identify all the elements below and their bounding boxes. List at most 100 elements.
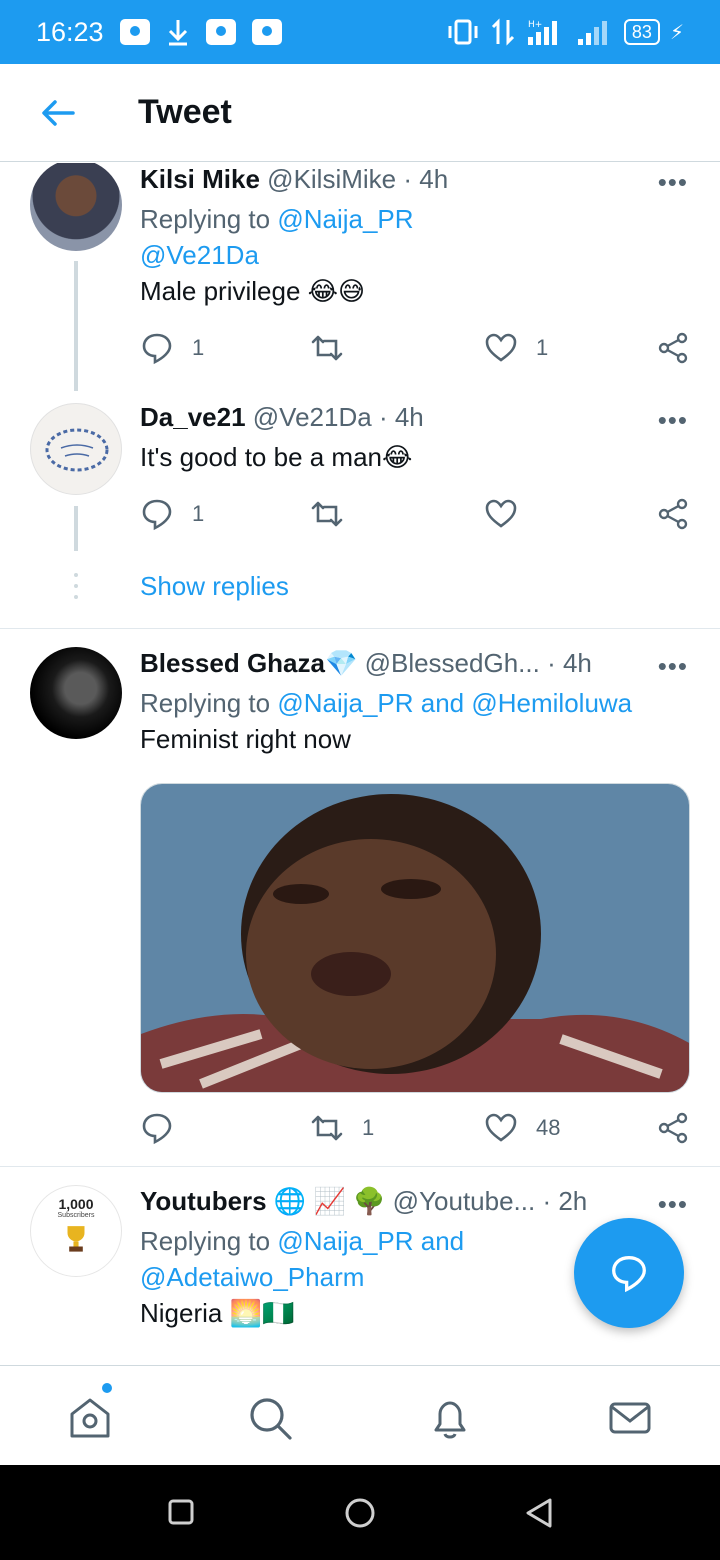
heart-icon <box>485 333 517 362</box>
share-icon <box>658 332 688 364</box>
tweet-header: Blessed Ghaza💎 @BlessedGh... · 4h <box>140 648 592 678</box>
mail-icon <box>609 1402 651 1434</box>
heart-icon <box>485 1113 517 1142</box>
status-bar: 16:23 H+ 83 ⚡ <box>0 0 720 64</box>
reply-button[interactable]: 1 <box>140 497 204 531</box>
back-button[interactable] <box>28 83 88 143</box>
like-button[interactable]: 48 <box>484 1111 560 1145</box>
search-icon <box>250 1398 292 1440</box>
more-options-icon[interactable]: ••• <box>658 405 688 436</box>
thread-line <box>74 261 78 391</box>
avatar[interactable] <box>30 403 122 495</box>
share-button[interactable] <box>656 331 690 365</box>
more-options-icon[interactable]: ••• <box>658 1189 688 1220</box>
crying-boy-photo <box>141 784 689 1092</box>
replies-timeline[interactable]: Kilsi Mike @KilsiMike · 4h Replying to @… <box>0 163 720 1365</box>
signal-icon <box>577 21 607 45</box>
nav-search[interactable] <box>246 1394 294 1442</box>
reply-icon <box>142 1113 172 1145</box>
vibrate-icon <box>448 19 478 45</box>
reply-mention[interactable]: @Naija_PR and <box>277 1226 464 1256</box>
more-options-icon[interactable]: ••• <box>658 167 688 198</box>
home-icon <box>70 1398 110 1438</box>
mention-link[interactable]: @Ve21Da <box>140 237 690 273</box>
reply-icon <box>142 499 172 531</box>
tweet-media-image[interactable] <box>140 783 690 1093</box>
author-name[interactable]: Blessed Ghaza💎 <box>140 648 357 678</box>
like-count: 48 <box>536 1115 561 1140</box>
avatar[interactable]: 1,000 Subscribers <box>30 1185 122 1277</box>
avatar[interactable] <box>30 163 122 251</box>
tweet-header: Youtubers 🌐 📈 🌳 @Youtube... · 2h <box>140 1186 588 1216</box>
author-handle[interactable]: @BlessedGh... <box>365 648 540 678</box>
app-notification-icon <box>205 19 236 45</box>
author-name[interactable]: Da_ve21 <box>140 402 246 432</box>
author-handle[interactable]: @Youtube... <box>393 1186 536 1216</box>
nav-notifications[interactable] <box>426 1394 474 1442</box>
retweet-button[interactable]: 1 <box>310 1111 374 1145</box>
compose-reply-button[interactable] <box>574 1218 684 1328</box>
show-replies-link[interactable]: Show replies <box>140 571 289 602</box>
app-notification-icon <box>119 19 150 45</box>
thread-dots <box>74 573 78 605</box>
retweet-button[interactable] <box>310 331 344 365</box>
author-name[interactable]: Kilsi Mike <box>140 164 260 194</box>
home-circle-icon[interactable] <box>344 1497 376 1529</box>
share-button[interactable] <box>656 497 690 531</box>
tweet-text: @Ve21Da Male privilege 😂😅 <box>140 237 690 309</box>
retweet-icon <box>311 335 343 361</box>
share-icon <box>658 1112 688 1144</box>
svg-text:H+: H+ <box>528 20 542 30</box>
author-name[interactable]: Youtubers 🌐 📈 🌳 <box>140 1186 385 1216</box>
tweet-time: 2h <box>558 1186 588 1216</box>
tweet-text: Feminist right now <box>140 724 351 754</box>
page-title: Tweet <box>138 93 232 131</box>
divider <box>0 1166 720 1167</box>
arrow-left-icon <box>42 99 75 126</box>
data-transfer-icon <box>491 18 514 46</box>
reply-icon <box>142 333 172 365</box>
reply-mention[interactable]: @Naija_PR <box>277 204 413 234</box>
share-button[interactable] <box>656 1111 690 1145</box>
download-icon <box>168 20 187 46</box>
status-time: 16:23 <box>36 16 104 47</box>
nav-messages[interactable] <box>606 1394 654 1442</box>
back-triangle-icon[interactable] <box>524 1497 554 1529</box>
wreath-logo <box>45 428 109 472</box>
tweet-time: 4h <box>562 648 592 678</box>
heart-icon <box>485 499 517 528</box>
tweet-time: 4h <box>394 402 424 432</box>
top-app-bar: Tweet <box>0 64 720 162</box>
retweet-count: 1 <box>362 1115 375 1140</box>
retweet-icon <box>311 501 343 527</box>
bottom-navigation <box>0 1365 720 1465</box>
avatar-subtitle: Subscribers <box>57 1212 95 1219</box>
reply-button[interactable] <box>140 1111 174 1145</box>
more-options-icon[interactable]: ••• <box>658 651 688 682</box>
reply-mention[interactable]: @Naija_PR and @Hemiloluwa <box>277 688 632 718</box>
author-handle[interactable]: @KilsiMike <box>267 164 396 194</box>
retweet-icon <box>311 1115 343 1141</box>
tweet[interactable]: Blessed Ghaza💎 @BlessedGh... · 4h Replyi… <box>0 647 720 1147</box>
nav-home[interactable] <box>66 1394 114 1442</box>
like-button[interactable] <box>484 497 518 531</box>
system-navigation-bar <box>0 1465 720 1560</box>
reply-count: 1 <box>192 335 205 360</box>
retweet-button[interactable] <box>310 497 344 531</box>
avatar-title: 1,000 <box>58 1196 94 1212</box>
charging-icon: ⚡ <box>669 21 684 44</box>
tweet-actions: 1 48 <box>140 1111 692 1151</box>
tweet-text: It's good to be a man😂 <box>140 442 413 472</box>
reply-button[interactable]: 1 <box>140 331 204 365</box>
tweet-actions: 1 1 <box>140 331 692 371</box>
home-unread-dot <box>102 1383 112 1393</box>
recent-apps-icon[interactable] <box>168 1499 194 1525</box>
notification-icons <box>119 18 282 46</box>
author-handle[interactable]: @Ve21Da <box>253 402 372 432</box>
like-button[interactable]: 1 <box>484 331 548 365</box>
bell-icon <box>434 1401 466 1439</box>
avatar[interactable] <box>30 647 122 739</box>
system-status-icons: H+ 83 ⚡ <box>446 17 684 47</box>
tweet-header: Da_ve21 @Ve21Da · 4h <box>140 402 424 432</box>
battery-indicator: 83 <box>623 19 660 45</box>
